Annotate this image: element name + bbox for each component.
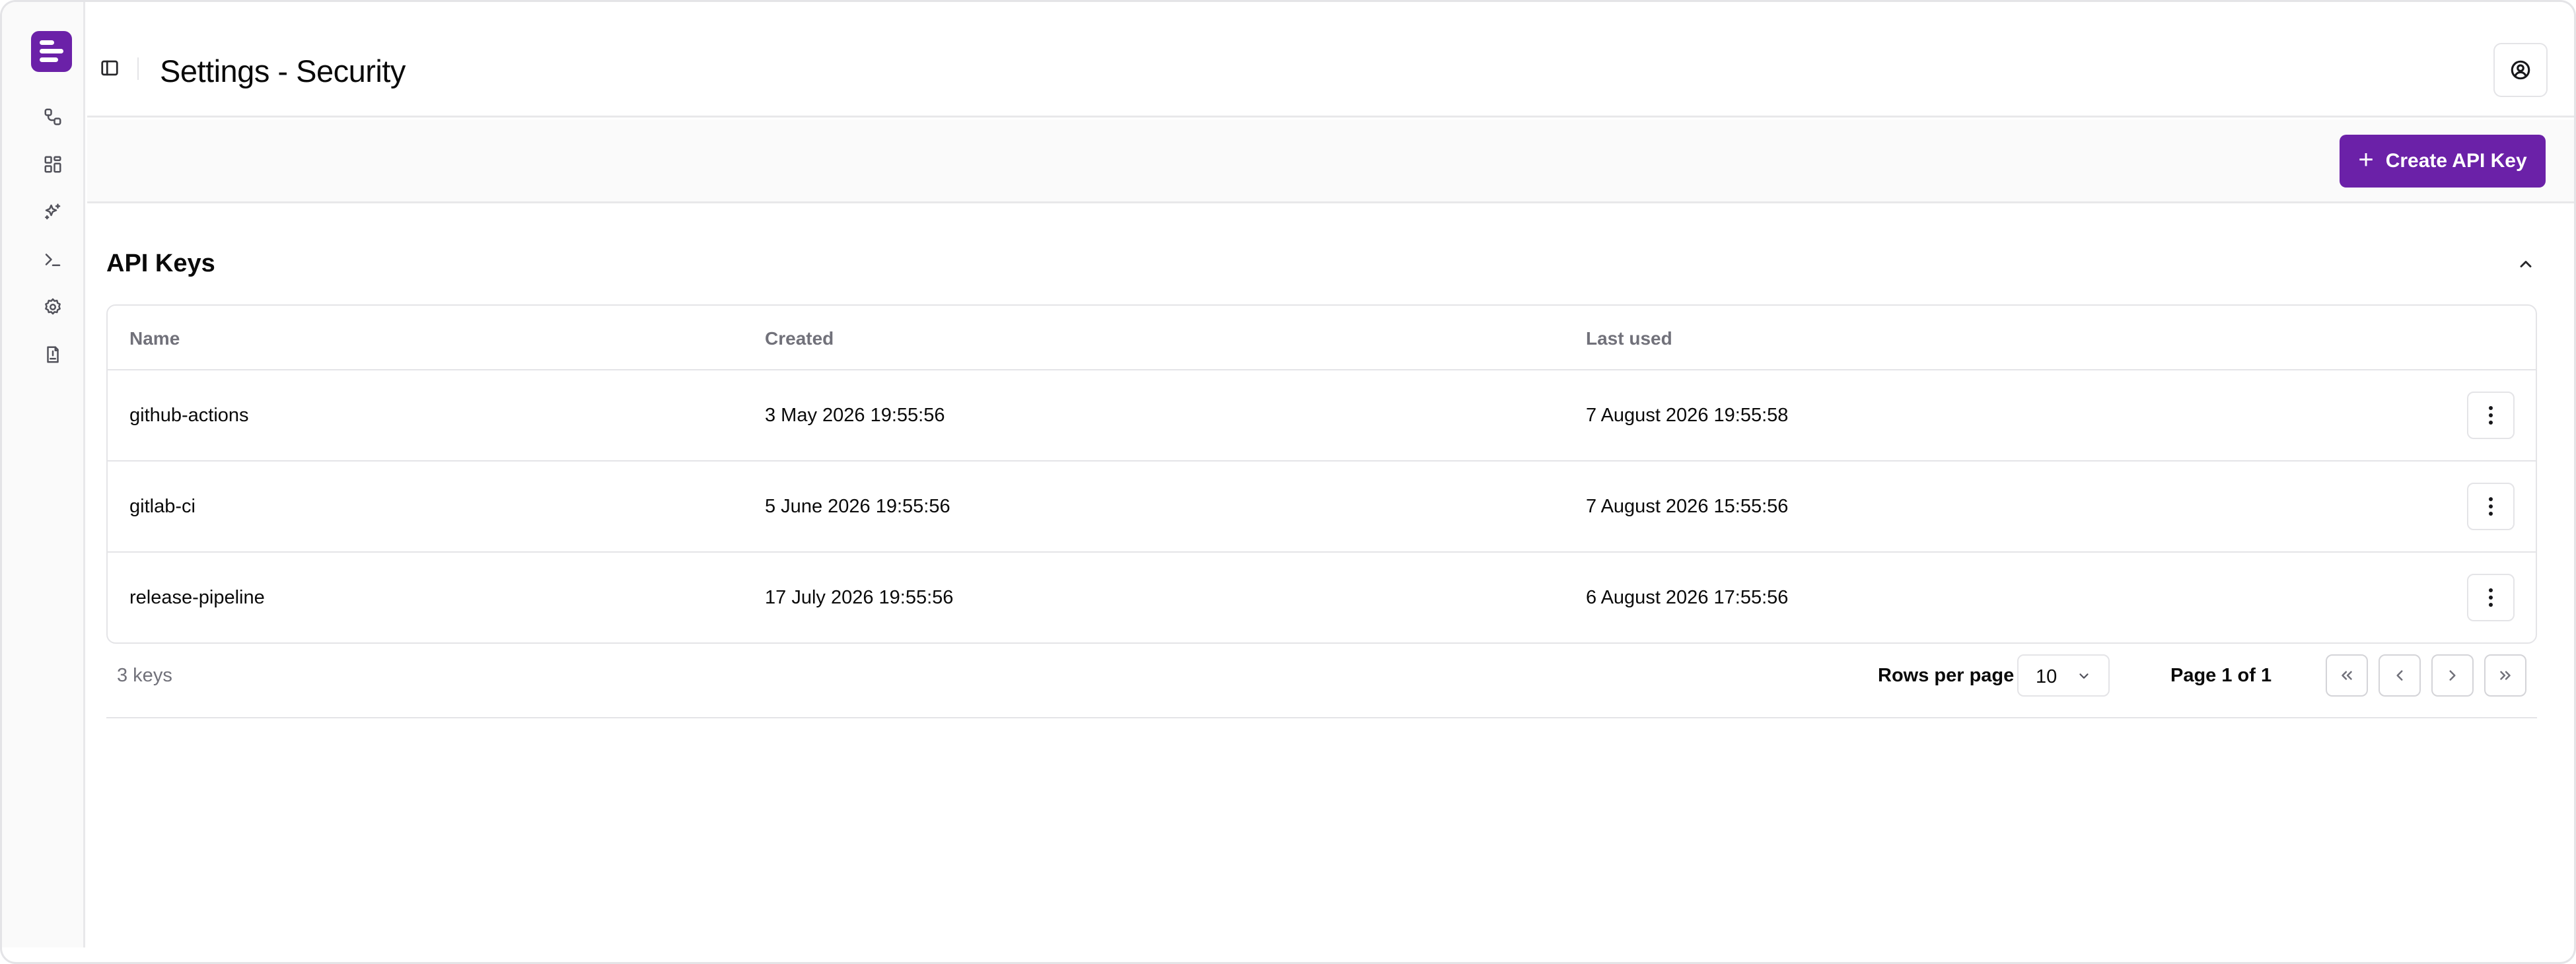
- table-row: release-pipeline 17 July 2026 19:55:56 6…: [108, 553, 2536, 642]
- section-title: API Keys: [106, 250, 215, 277]
- page-indicator: Page 1 of 1: [2170, 665, 2272, 686]
- row-actions-button[interactable]: [2467, 483, 2515, 530]
- create-api-key-label: Create API Key: [2385, 150, 2527, 172]
- chevron-down-icon: [2079, 673, 2089, 679]
- terminal-icon[interactable]: [42, 249, 63, 270]
- chevron-up-icon[interactable]: [2516, 254, 2536, 274]
- api-keys-table: Name Created Last used github-actions 3 …: [106, 304, 2537, 644]
- plus-icon: +: [2358, 145, 2374, 174]
- key-name: release-pipeline: [129, 587, 265, 608]
- key-last-used: 7 August 2026 15:55:56: [1586, 496, 1789, 517]
- rows-per-page-label: Rows per page: [1878, 665, 2015, 686]
- key-name: github-actions: [129, 405, 249, 426]
- keys-count: 3 keys: [117, 665, 172, 686]
- dashboard-icon[interactable]: [42, 154, 63, 175]
- app-logo[interactable]: [31, 31, 72, 72]
- row-actions-button[interactable]: [2467, 392, 2515, 439]
- next-page-button[interactable]: [2431, 654, 2474, 697]
- app-window: Settings - Security + Create API Key API…: [0, 0, 2576, 964]
- column-header-last-used[interactable]: Last used: [1586, 328, 1672, 349]
- workflow-icon[interactable]: [42, 106, 63, 127]
- page-header: Settings - Security: [87, 2, 2574, 118]
- key-last-used: 6 August 2026 17:55:56: [1586, 587, 1789, 608]
- user-circle-icon: [2511, 60, 2530, 80]
- user-menu-button[interactable]: [2493, 43, 2548, 97]
- column-header-created[interactable]: Created: [765, 328, 834, 349]
- row-actions-button[interactable]: [2467, 574, 2515, 621]
- key-created: 5 June 2026 19:55:56: [765, 496, 950, 517]
- column-header-name[interactable]: Name: [129, 328, 180, 349]
- table-row: gitlab-ci 5 June 2026 19:55:56 7 August …: [108, 462, 2536, 553]
- chevrons-right-icon: [2500, 671, 2511, 680]
- key-created: 3 May 2026 19:55:56: [765, 405, 945, 426]
- table-header: Name Created Last used: [108, 306, 2536, 370]
- header-divider: [137, 57, 139, 80]
- table-row: github-actions 3 May 2026 19:55:56 7 Aug…: [108, 370, 2536, 462]
- first-page-button[interactable]: [2326, 654, 2368, 697]
- section-divider: [106, 717, 2537, 718]
- rows-per-page-value: 10: [2036, 666, 2057, 687]
- create-api-key-button[interactable]: + Create API Key: [2340, 135, 2546, 188]
- sidebar-toggle-icon[interactable]: [99, 57, 120, 79]
- docs-icon[interactable]: [42, 344, 63, 365]
- rows-per-page-select[interactable]: 10: [2017, 654, 2110, 697]
- key-name: gitlab-ci: [129, 496, 196, 517]
- chevron-right-icon: [2449, 670, 2456, 681]
- sparkles-icon[interactable]: [42, 201, 63, 223]
- key-last-used: 7 August 2026 19:55:58: [1586, 405, 1789, 426]
- chevrons-left-icon: [2342, 671, 2352, 680]
- page-title: Settings - Security: [160, 53, 406, 88]
- sidebar: [2, 2, 85, 947]
- chevron-left-icon: [2396, 670, 2403, 681]
- previous-page-button[interactable]: [2379, 654, 2421, 697]
- toolbar: + Create API Key: [87, 120, 2574, 203]
- settings-gear-icon[interactable]: [42, 296, 63, 318]
- last-page-button[interactable]: [2484, 654, 2526, 697]
- key-created: 17 July 2026 19:55:56: [765, 587, 954, 608]
